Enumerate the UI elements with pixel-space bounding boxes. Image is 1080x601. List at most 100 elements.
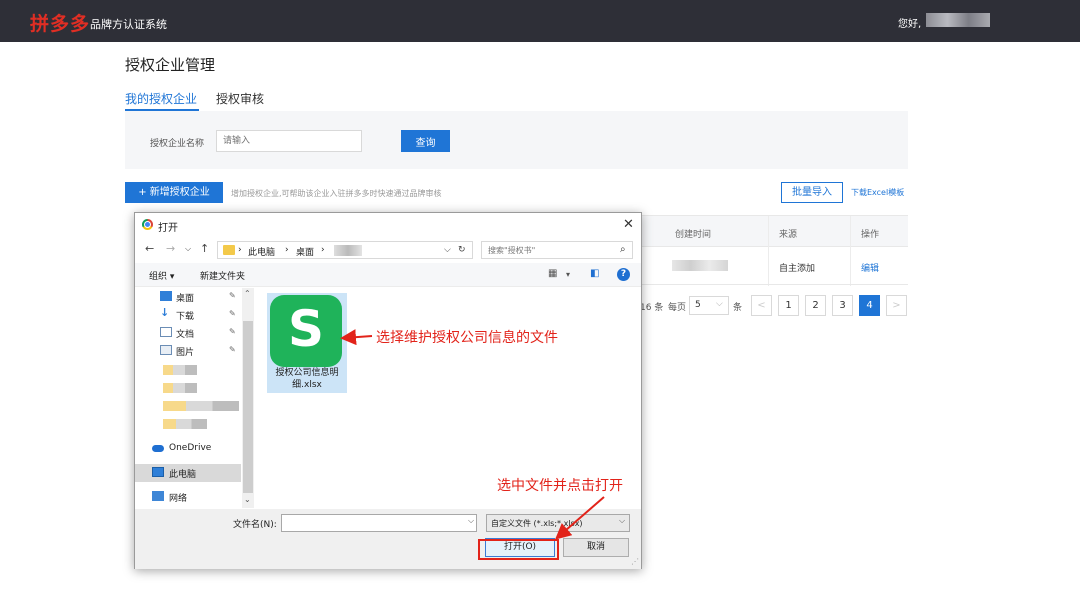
view-options-icon[interactable]: ▦ [548,268,557,279]
search-placeholder: 搜索"授权书" [488,246,536,255]
chrome-icon [142,219,153,230]
organize-menu[interactable]: 组织 ▾ [149,269,174,282]
address-bar[interactable]: › 此电脑 › 桌面 › ⌵ ↻ [217,241,473,259]
chevron-down-icon[interactable]: ⌵ [444,245,451,255]
network-icon [152,491,164,501]
folder-redacted[interactable] [163,383,197,393]
breadcrumb-separator: › [285,245,289,255]
th-actions: 操作 [861,230,880,240]
nav-item-onedrive[interactable]: OneDrive [135,440,241,458]
nav-item-pictures[interactable]: 图片 ✎ [135,342,241,360]
up-arrow-icon[interactable]: ↑ [200,242,209,255]
nav-label: 网络 [169,494,188,504]
new-folder-button[interactable]: 新建文件夹 [200,269,245,282]
breadcrumb-this-pc[interactable]: 此电脑 [248,245,275,258]
scroll-up-icon[interactable]: ⌃ [244,289,251,298]
scroll-down-icon[interactable]: ⌄ [244,495,251,504]
picture-icon [160,345,172,355]
pin-icon: ✎ [229,309,236,318]
top-bar: 拼多多 品牌方认证系统 您好, [0,0,1080,42]
th-source: 来源 [779,230,798,240]
download-template-link[interactable]: 下载Excel模板 [851,187,904,198]
nav-item-downloads[interactable]: ↓ 下载 ✎ [135,306,241,324]
company-name-input[interactable] [216,130,362,152]
tab-my-authorized[interactable]: 我的授权企业 [125,90,197,107]
chevron-down-icon[interactable]: ⌵ [468,516,474,526]
nav-label: OneDrive [169,443,212,453]
search-input[interactable]: 搜索"授权书" ⌕ [481,241,633,259]
nav-label: 图片 [176,348,195,358]
back-arrow-icon[interactable]: ← [145,242,154,255]
nav-item-network[interactable]: 网络 [135,488,241,506]
edit-link[interactable]: 编辑 [861,261,879,274]
refresh-icon[interactable]: ↻ [458,245,466,255]
pin-icon: ✎ [229,291,236,300]
table-header: 创建时间 来源 操作 [640,215,908,286]
file-name[interactable]: 授权公司信息明细.xlsx [267,367,347,391]
cancel-button[interactable]: 取消 [563,538,629,557]
breadcrumb-desktop[interactable]: 桌面 [296,245,314,258]
dialog-bottom-panel: 文件名(N): ⌵ 自定义文件 (*.xls;*.xlsx) ⌵ 打开(O) 取… [135,509,641,569]
chevron-down-icon: ⌵ [716,299,723,309]
dialog-titlebar[interactable]: 打开 ✕ [135,213,641,237]
filename-label: 文件名(N): [233,520,277,530]
batch-import-button[interactable]: 批量导入 [781,182,843,203]
resize-grip-icon[interactable]: ⋰ [631,557,639,566]
next-page-button[interactable]: > [886,295,907,316]
nav-scrollbar-thumb[interactable] [243,321,253,493]
cloud-icon [152,445,164,452]
page-3-button[interactable]: 3 [832,295,853,316]
filename-input[interactable] [281,514,477,532]
add-company-button[interactable]: + 新增授权企业 [125,182,223,203]
tab-authorization-review[interactable]: 授权审核 [216,90,264,107]
breadcrumb-separator: › [238,245,242,255]
wps-logo-letter: S [287,300,324,358]
forward-arrow-icon[interactable]: → [166,242,175,255]
folder-icon [223,245,235,255]
page-2-button[interactable]: 2 [805,295,826,316]
nav-label: 桌面 [176,294,195,304]
recent-dropdown-icon[interactable]: ⌵ [185,244,191,254]
folder-name-redacted[interactable] [334,245,362,256]
per-page-label: 每页 [668,303,687,313]
page-1-button[interactable]: 1 [778,295,799,316]
chevron-down-icon[interactable]: ▾ [566,270,570,279]
nav-label: 下载 [176,312,195,322]
dialog-command-bar: 组织 ▾ 新建文件夹 ▦ ▾ ◧ ? [135,263,641,287]
per-page-value: 5 [695,300,701,310]
download-icon: ↓ [160,306,170,319]
cell-source: 自主添加 [779,264,816,274]
query-button[interactable]: 查询 [401,130,450,152]
breadcrumb-separator: › [321,245,325,255]
preview-pane-icon[interactable]: ◧ [590,268,599,279]
folder-redacted[interactable] [163,365,197,375]
per-page-select[interactable]: 5 ⌵ [689,296,729,315]
folder-redacted[interactable] [163,419,207,429]
th-created-time: 创建时间 [675,230,712,240]
nav-item-documents[interactable]: 文档 ✎ [135,324,241,342]
page-4-button[interactable]: 4 [859,295,880,316]
annotation-click-open: 选中文件并点击打开 [497,478,623,494]
dialog-title: 打开 [158,223,178,234]
pin-icon: ✎ [229,345,236,354]
pdd-logo[interactable]: 拼多多 [30,9,90,36]
folder-redacted[interactable] [163,401,239,411]
pin-icon: ✎ [229,327,236,336]
add-hint-text: 增加授权企业,可帮助该企业入驻拼多多时快速通过品牌审核 [231,189,442,198]
total-count: 16 条 [640,303,664,313]
computer-icon [152,467,164,477]
wps-spreadsheet-icon[interactable]: S [270,295,342,367]
system-name: 品牌方认证系统 [90,18,167,31]
desktop-icon [160,291,172,301]
prev-page-button[interactable]: < [751,295,772,316]
page-title: 授权企业管理 [125,56,216,74]
chevron-down-icon[interactable]: ⌵ [619,516,625,526]
nav-item-desktop[interactable]: 桌面 ✎ [135,288,241,306]
close-icon[interactable]: ✕ [623,217,634,232]
company-name-label: 授权企业名称 [150,139,205,149]
filetype-select[interactable]: 自定义文件 (*.xls;*.xlsx) [486,514,630,532]
username-redacted[interactable] [926,13,990,27]
nav-item-this-pc[interactable]: 此电脑 [135,464,241,482]
greeting: 您好, [898,19,922,30]
help-icon[interactable]: ? [617,268,630,281]
